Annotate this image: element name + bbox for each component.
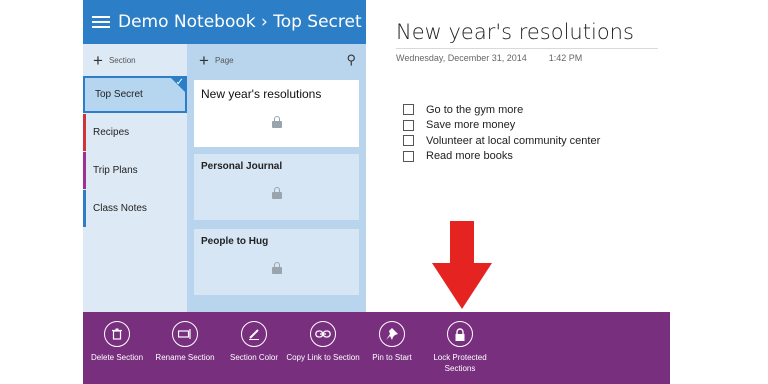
app-header: Demo Notebook › Top Secret [83, 0, 366, 44]
todo-checkbox[interactable] [403, 119, 414, 131]
todo-text[interactable]: Read more books [426, 150, 513, 162]
link-icon [310, 321, 336, 347]
trash-icon [104, 321, 130, 347]
lock-icon [447, 321, 473, 347]
page-item-people-to-hug[interactable]: People to Hug [194, 229, 359, 295]
section-item-recipes[interactable]: Recipes [83, 114, 187, 151]
lock-protected-sections-button[interactable]: Lock Protected Sections [420, 321, 500, 374]
note-title[interactable]: New year's resolutions [396, 20, 634, 44]
pin-to-start-label: Pin to Start [372, 353, 412, 362]
section-label: Trip Plans [93, 165, 138, 176]
note-time: 1:42 PM [548, 53, 583, 63]
section-item-trip-plans[interactable]: Trip Plans [83, 152, 187, 189]
todo-checkbox[interactable] [403, 104, 414, 116]
todo-list: Go to the gym more Save more money Volun… [403, 102, 600, 164]
search-icon[interactable]: ⚲ [346, 52, 356, 68]
pen-icon [241, 321, 267, 347]
section-color-bar [83, 190, 86, 227]
lock-icon [271, 187, 282, 199]
todo-item: Save more money [403, 118, 600, 134]
rename-icon [172, 321, 198, 347]
todo-item: Go to the gym more [403, 102, 600, 118]
page-item-new-years-resolutions[interactable]: New year's resolutions [194, 80, 359, 147]
todo-item: Volunteer at local community center [403, 133, 600, 149]
copy-link-button[interactable]: Copy Link to Section [283, 321, 363, 363]
page-title: Personal Journal [201, 161, 283, 172]
header-title: Demo Notebook › Top Secret [118, 12, 362, 32]
todo-text[interactable]: Go to the gym more [426, 104, 523, 116]
delete-section-label: Delete Section [90, 353, 144, 362]
section-label: Top Secret [95, 89, 143, 100]
rename-section-button[interactable]: Rename Section [145, 321, 225, 363]
page-title: People to Hug [201, 236, 269, 247]
hamburger-icon[interactable] [92, 16, 110, 28]
note-date: Wednesday, December 31, 2014 [396, 53, 527, 63]
page-title: New year's resolutions [201, 87, 322, 101]
add-page-label[interactable]: Page [215, 56, 234, 65]
section-color-button[interactable]: Section Color [214, 321, 294, 363]
section-item-class-notes[interactable]: Class Notes [83, 190, 187, 227]
page-item-personal-journal[interactable]: Personal Journal [194, 154, 359, 220]
app-bar: Delete Section Rename Section Section Co… [83, 312, 670, 384]
section-color-label: Section Color [229, 353, 279, 362]
todo-checkbox[interactable] [403, 135, 414, 147]
checkmark-icon: ✓ [175, 77, 184, 88]
todo-text[interactable]: Save more money [426, 119, 515, 131]
section-item-top-secret[interactable]: Top Secret ✓ [83, 76, 187, 113]
section-label: Recipes [93, 127, 130, 138]
lock-icon [271, 262, 282, 274]
section-label: Class Notes [93, 203, 147, 214]
red-arrow-annotation [432, 221, 492, 309]
sections-pane: + Section Top Secret ✓ Recipes Trip Plan… [83, 44, 187, 312]
lock-icon [271, 116, 282, 128]
rename-section-label: Rename Section [155, 353, 215, 362]
note-timestamp: Wednesday, December 31, 2014 1:42 PM [396, 53, 582, 63]
plus-icon: + [93, 50, 103, 70]
todo-checkbox[interactable] [403, 150, 414, 162]
plus-icon[interactable]: + [199, 52, 209, 69]
add-section-button[interactable]: + Section [83, 44, 187, 76]
copy-link-label: Copy Link to Section [286, 353, 360, 362]
pin-icon [379, 321, 405, 347]
pages-toolbar: + Page ⚲ [187, 44, 366, 76]
section-color-bar [83, 152, 86, 189]
todo-text[interactable]: Volunteer at local community center [426, 135, 600, 147]
pages-pane: + Page ⚲ New year's resolutions Personal… [187, 44, 366, 312]
todo-item: Read more books [403, 149, 600, 165]
section-color-bar [83, 114, 86, 151]
add-section-label: Section [108, 55, 136, 65]
title-divider [396, 48, 658, 49]
lock-protected-sections-label: Lock Protected Sections [433, 353, 487, 373]
